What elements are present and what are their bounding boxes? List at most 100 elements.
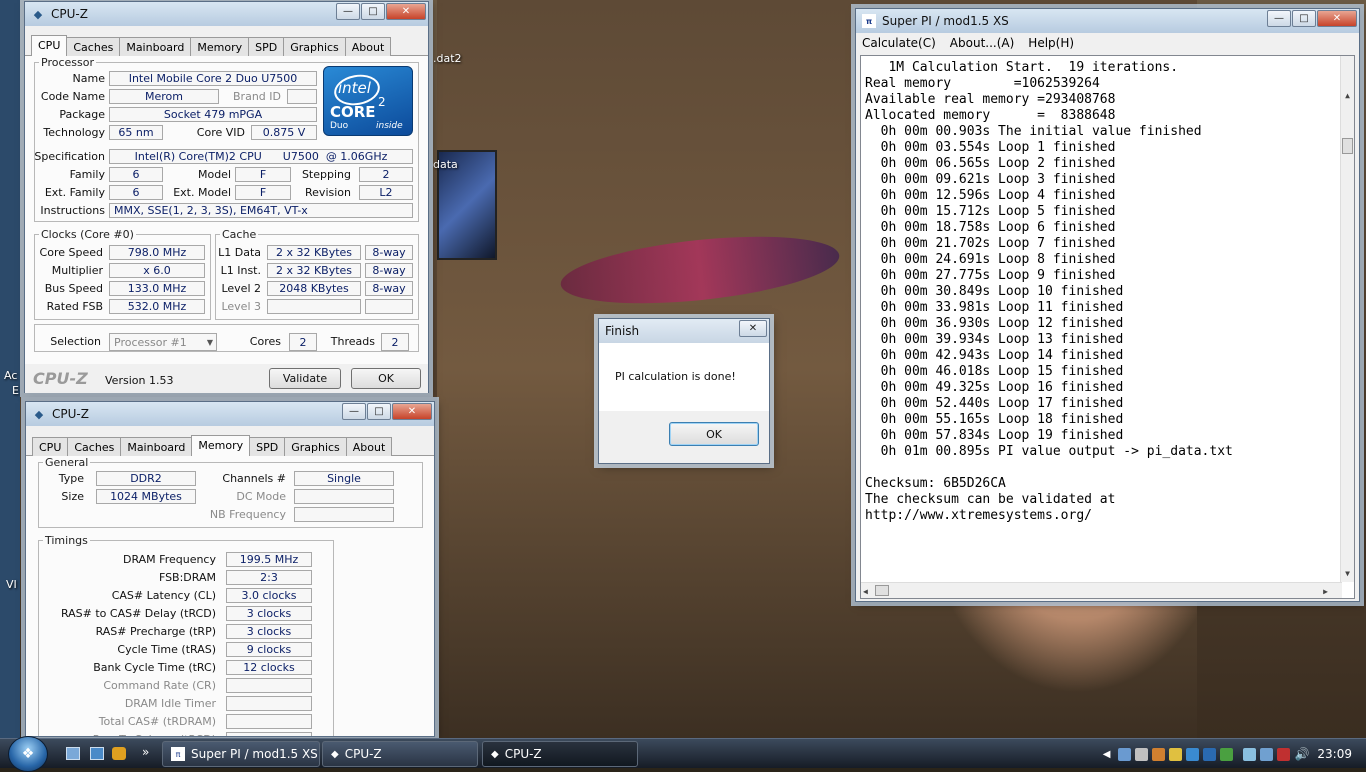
close-button[interactable]: ✕ <box>386 3 426 20</box>
desktop-icon-data[interactable]: data <box>433 158 458 171</box>
minimize-button[interactable]: — <box>336 3 360 20</box>
system-tray: ◀ 🔊 23:09 <box>1103 739 1366 769</box>
media-player-icon[interactable] <box>112 747 126 760</box>
maximize-button[interactable]: □ <box>367 403 391 420</box>
l1inst-label: L1 Inst. <box>220 264 261 277</box>
selection-dropdown[interactable]: Processor #1 ▼ <box>109 333 217 351</box>
switch-windows-icon[interactable] <box>90 747 104 760</box>
ok-button[interactable]: OK <box>351 368 421 389</box>
extfamily-label: Ext. Family <box>44 186 105 199</box>
clock[interactable]: 23:09 <box>1317 747 1352 761</box>
tab-caches[interactable]: Caches <box>67 437 122 457</box>
type-value: DDR2 <box>96 471 196 486</box>
tab-spd[interactable]: SPD <box>249 437 286 457</box>
tab-memory[interactable]: Memory <box>190 37 250 57</box>
tab-spd[interactable]: SPD <box>248 37 285 57</box>
start-button[interactable]: ❖ <box>8 736 48 772</box>
taskbar-item-cpuz-1[interactable]: ◆ CPU-Z <box>322 741 478 767</box>
busspeed-label: Bus Speed <box>44 282 103 295</box>
processor-legend: Processor <box>41 56 94 69</box>
console-line: 1M Calculation Start. 19 iterations. <box>865 60 1179 75</box>
name-value: Intel Mobile Core 2 Duo U7500 <box>109 71 317 86</box>
menu-calculate[interactable]: Calculate(C) <box>862 36 936 50</box>
menu-help[interactable]: Help(H) <box>1028 36 1074 50</box>
console-line: Checksum: 6B5D26CA <box>865 476 1006 491</box>
console-line: Allocated memory = 8388648 <box>865 108 1116 123</box>
tray-expand-icon[interactable]: ◀ <box>1103 749 1111 760</box>
tab-about[interactable]: About <box>345 437 393 457</box>
general-legend: General <box>45 456 89 469</box>
corevid-label: Core VID <box>196 126 245 139</box>
console-line: 0h 00m 27.775s Loop 9 finished <box>865 268 1116 283</box>
desktop-icon-dat2[interactable]: .dat2 <box>433 52 462 65</box>
tray-app-icon[interactable] <box>1118 747 1132 761</box>
tray-app2-icon[interactable] <box>1152 747 1166 761</box>
finish-message: PI calculation is done! <box>615 370 736 383</box>
action-center-icon[interactable] <box>1277 747 1291 761</box>
taskbar-item-superpi[interactable]: π Super PI / mod1.5 XS <box>162 741 320 767</box>
cores-label: Cores <box>249 335 281 348</box>
revision-value: L2 <box>359 185 413 200</box>
hscroll-thumb[interactable] <box>875 585 889 596</box>
tab-about[interactable]: About <box>344 37 392 57</box>
finish-titlebar[interactable]: Finish ✕ <box>599 319 769 343</box>
volume-icon[interactable]: 🔊 <box>1294 747 1309 761</box>
close-button[interactable]: ✕ <box>739 320 767 337</box>
tray-tool-icon[interactable] <box>1135 747 1149 761</box>
desktop-icon-ac[interactable]: Ac <box>4 369 17 382</box>
codename-label: Code Name <box>40 90 105 103</box>
desktop-icon-e[interactable]: E <box>12 384 19 397</box>
size-value: 1024 MBytes <box>96 489 196 504</box>
console-line: 0h 00m 18.758s Loop 6 finished <box>865 220 1116 235</box>
tab-graphics[interactable]: Graphics <box>284 437 347 457</box>
timing-value: 3 clocks <box>226 606 312 621</box>
tray-monitor-icon[interactable] <box>1186 747 1200 761</box>
minimize-button[interactable]: — <box>342 403 366 420</box>
show-desktop-icon[interactable] <box>66 747 80 760</box>
desktop-icon-vi[interactable]: VI <box>6 578 17 591</box>
corevid-value: 0.875 V <box>251 125 317 140</box>
scroll-up-icon[interactable]: ▲ <box>1341 88 1354 104</box>
close-button[interactable]: ✕ <box>392 403 432 420</box>
stepping-label: Stepping <box>301 168 351 181</box>
brandid-value <box>287 89 317 104</box>
scroll-right-icon[interactable]: ▶ <box>1323 584 1328 598</box>
tab-cpu[interactable]: CPU <box>31 35 68 58</box>
quicklaunch-chevron-icon[interactable]: » <box>142 745 149 759</box>
tray-folder-icon[interactable] <box>1169 747 1183 761</box>
maximize-button[interactable]: □ <box>1292 10 1316 27</box>
scroll-thumb[interactable] <box>1342 138 1353 154</box>
menu-about[interactable]: About...(A) <box>950 36 1015 50</box>
console-line: 0h 00m 06.565s Loop 2 finished <box>865 156 1116 171</box>
vertical-scrollbar[interactable]: ▲ ▼ <box>1340 56 1354 582</box>
cpuz-memory-titlebar[interactable]: ◆ CPU-Z — □ ✕ <box>26 402 434 426</box>
console-line: 0h 00m 36.930s Loop 12 finished <box>865 316 1124 331</box>
battery-icon[interactable] <box>1243 747 1257 761</box>
superpi-output[interactable]: 1M Calculation Start. 19 iterations. Real… <box>860 55 1355 599</box>
close-button[interactable]: ✕ <box>1317 10 1357 27</box>
tab-cpu[interactable]: CPU <box>32 437 69 457</box>
tab-mainboard[interactable]: Mainboard <box>119 37 192 57</box>
validate-button[interactable]: Validate <box>269 368 341 389</box>
finish-ok-button[interactable]: OK <box>669 422 759 446</box>
tab-memory[interactable]: Memory <box>191 435 251 458</box>
cpuz-cpu-window: ◆ CPU-Z — □ ✕ CPU Caches Mainboard Memor… <box>24 1 429 393</box>
superpi-titlebar[interactable]: π Super PI / mod1.5 XS — □ ✕ <box>856 9 1359 33</box>
maximize-button[interactable]: □ <box>361 3 385 20</box>
tab-graphics[interactable]: Graphics <box>283 37 346 57</box>
network-icon[interactable] <box>1260 747 1274 761</box>
scroll-down-icon[interactable]: ▼ <box>1341 566 1354 582</box>
taskbar-item-cpuz-2[interactable]: ◆ CPU-Z <box>482 741 638 767</box>
tray-security-icon[interactable] <box>1220 747 1234 761</box>
l1data-label: L1 Data <box>218 246 261 259</box>
tab-caches[interactable]: Caches <box>66 37 121 57</box>
minimize-button[interactable]: — <box>1267 10 1291 27</box>
cpuz-cpu-titlebar[interactable]: ◆ CPU-Z — □ ✕ <box>25 2 428 26</box>
console-line: The checksum can be validated at <box>865 492 1116 507</box>
horizontal-scrollbar[interactable]: ◀ ▶ <box>861 582 1342 598</box>
clocks-legend: Clocks (Core #0) <box>41 228 134 241</box>
tab-mainboard[interactable]: Mainboard <box>120 437 193 457</box>
scroll-left-icon[interactable]: ◀ <box>863 584 868 598</box>
tray-network-icon[interactable] <box>1203 747 1217 761</box>
console-line: 0h 00m 00.903s The initial value finishe… <box>865 124 1202 139</box>
